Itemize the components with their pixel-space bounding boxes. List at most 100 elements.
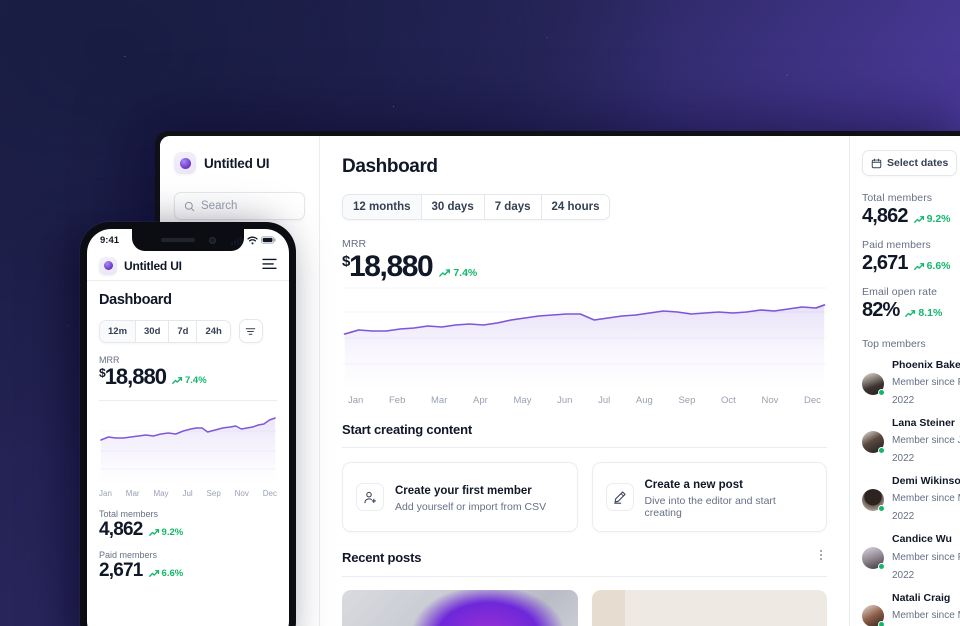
phone-mrr-area-chart — [99, 411, 277, 485]
phone-tab-7d[interactable]: 7d — [169, 320, 198, 342]
mrr-chart-svg — [342, 287, 827, 390]
metric-delta-value: 6.6% — [926, 260, 951, 272]
list-item[interactable]: Candice Wu Member since Feb 2022 — [862, 533, 960, 582]
post-thumbnail-purple-glass[interactable] — [342, 590, 578, 626]
dashboard-content: Dashboard 12 months 30 days 7 days 24 ho… — [320, 136, 849, 626]
x-tick-jul: Jul — [598, 395, 611, 406]
trend-up-icon — [913, 262, 924, 270]
list-item[interactable]: Natali Craig Member since Mar 2022 — [862, 592, 960, 626]
main-area: Dashboard 12 months 30 days 7 days 24 ho… — [320, 136, 960, 626]
list-item[interactable]: Demi Wikinson Member since Mar 2022 — [862, 475, 960, 524]
metric-total-members: Total members 4,862 9.2% — [862, 192, 960, 226]
metric-value: 4,862 — [99, 519, 143, 540]
start-creating-cards: Create your first member Add yourself or… — [342, 462, 827, 532]
x-tick-dec: Dec — [262, 489, 277, 498]
mrr-label: MRR — [342, 238, 367, 250]
phone-tab-12m[interactable]: 12m — [100, 320, 137, 342]
status-online-indicator — [878, 388, 885, 396]
user-plus-icon — [356, 483, 384, 511]
create-new-post-text: Create a new post Dive into the editor a… — [645, 475, 814, 519]
metric-delta-value: 9.2% — [161, 527, 184, 538]
member-subtitle: Member since Mar 2022 — [892, 609, 960, 621]
hamburger-menu-icon[interactable] — [262, 257, 277, 275]
page-title: Dashboard — [342, 156, 438, 177]
card-subtitle: Add yourself or import from CSV — [395, 501, 547, 513]
phone-body: Dashboard 12m 30d 7d 24h MRR $18,880 7.4… — [87, 281, 289, 580]
metric-delta: 9.2% — [148, 527, 184, 538]
range-tab-group: 12 months 30 days 7 days 24 hours — [342, 194, 611, 220]
mrr-currency: $ — [342, 253, 350, 270]
avatar — [862, 430, 885, 454]
recent-posts-header: Recent posts — [342, 548, 827, 577]
start-creating-header: Start creating content — [342, 422, 827, 448]
card-subtitle: Dive into the editor and start creating — [644, 495, 776, 519]
card-title: Create a new post — [644, 479, 743, 491]
x-tick-mar: Mar — [431, 395, 448, 406]
avatar — [862, 546, 885, 570]
signal-bars-icon — [231, 235, 242, 245]
metric-value: 2,671 — [862, 252, 908, 274]
status-online-indicator — [878, 446, 885, 454]
phone-chart-svg — [99, 417, 277, 485]
phone-filters-button[interactable] — [238, 319, 263, 343]
x-tick-feb: Feb — [388, 395, 406, 406]
post-thumbnail-people-working[interactable] — [591, 590, 827, 626]
dashboard-toolbar: 12 months 30 days 7 days 24 hours — [342, 194, 827, 220]
more-vertical-icon[interactable] — [815, 548, 827, 566]
phone-tab-30d[interactable]: 30d — [136, 320, 170, 342]
status-bar-icons — [231, 235, 276, 245]
phone-brand[interactable]: Untitled UI — [99, 256, 182, 275]
mrr-block: MRR $18,880 7.4% — [342, 238, 827, 282]
select-dates-label: Select dates — [887, 157, 949, 169]
mrr-number: 18,880 — [348, 250, 434, 283]
member-text: Lana Steiner Member since Jan 2022 — [892, 417, 960, 466]
metric-label: Paid members — [862, 239, 931, 251]
x-tick-oct: Oct — [721, 395, 736, 406]
recent-posts-list — [342, 590, 827, 626]
list-item[interactable]: Lana Steiner Member since Jan 2022 — [862, 417, 960, 466]
pencil-edit-icon — [605, 483, 634, 511]
metric-email-open-rate: Email open rate 82% 8.1% — [862, 286, 960, 320]
x-tick-jan: Jan — [99, 489, 112, 498]
phone-brand-name: Untitled UI — [124, 258, 182, 273]
x-tick-jun: Jun — [557, 395, 573, 406]
member-text: Demi Wikinson Member since Mar 2022 — [892, 475, 960, 524]
phone-header: Untitled UI — [87, 251, 289, 281]
metric-delta-value: 8.1% — [918, 307, 943, 319]
metrics-rail: Select dates Filters Total members 4,862 — [849, 136, 960, 626]
start-creating-title: Start creating content — [342, 422, 472, 437]
mrr-delta-value: 7.4% — [453, 267, 478, 279]
phone-tab-24h[interactable]: 24h — [197, 320, 230, 342]
create-new-post-card[interactable]: Create a new post Dive into the editor a… — [591, 462, 827, 532]
tab-7-days[interactable]: 7 days — [484, 195, 542, 219]
brand[interactable]: Untitled UI — [174, 152, 305, 174]
member-subtitle: Member since Mar 2022 — [892, 493, 960, 523]
x-tick-jul: Jul — [182, 489, 193, 498]
divider — [99, 400, 277, 401]
metric-delta: 6.6% — [913, 260, 951, 272]
search-input[interactable]: Search — [174, 192, 305, 220]
tab-24-hours[interactable]: 24 hours — [541, 195, 610, 219]
member-text: Phoenix Baker Member since Feb 2022 — [892, 359, 960, 408]
select-dates-button[interactable]: Select dates — [862, 150, 958, 176]
purple-sphere-logo-icon — [174, 152, 196, 174]
status-online-indicator — [878, 504, 885, 512]
filter-icon — [246, 327, 256, 335]
create-first-member-card[interactable]: Create your first member Add yourself or… — [342, 462, 578, 532]
member-name: Demi Wikinson — [892, 475, 960, 488]
metric-paid-members: Paid members 2,671 6.6% — [862, 239, 960, 273]
brand-name: Untitled UI — [204, 155, 270, 171]
status-online-indicator — [878, 621, 885, 626]
metric-delta: 9.2% — [913, 213, 951, 225]
list-item[interactable]: Phoenix Baker Member since Feb 2022 — [862, 359, 960, 408]
metric-delta: 6.6% — [148, 568, 183, 579]
member-subtitle: Member since Jan 2022 — [892, 435, 960, 465]
phone-mockup: 9:41 Untitled UI Dashboard 12m 30d 7d 24… — [80, 222, 296, 626]
status-online-indicator — [878, 562, 885, 570]
tab-30-days[interactable]: 30 days — [421, 195, 485, 219]
trend-up-icon — [148, 570, 159, 577]
mrr-value: $18,880 — [342, 250, 434, 283]
tab-12-months[interactable]: 12 months — [343, 195, 422, 219]
phone-page-title: Dashboard — [99, 292, 172, 308]
mrr-area-chart: Jan Feb Mar Apr May Jun Jul Aug Sep Oct … — [342, 286, 827, 408]
